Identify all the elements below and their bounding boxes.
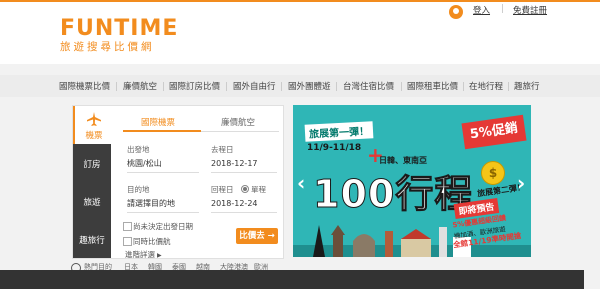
origin-label: 出發地	[127, 145, 150, 154]
search-submit-button[interactable]: 比價去 →	[236, 228, 278, 244]
chevron-right-icon[interactable]: ›	[517, 171, 525, 195]
undecided-checkbox[interactable]	[123, 222, 132, 231]
header-separator: |	[501, 4, 504, 14]
register-link[interactable]: 免費註冊	[513, 4, 547, 16]
dest-label: 目的地	[127, 185, 150, 194]
footer-bar	[0, 270, 600, 289]
nav-item-hotels[interactable]: 國際訂房比價	[169, 80, 220, 92]
main-nav: 國際機票比價 廉價航空 國際訂房比價 國外自由行 國外團體遊 台灣住宿比價 國際…	[0, 75, 600, 97]
oneway-radio[interactable]	[241, 185, 249, 193]
caret-right-icon: ▶	[157, 252, 162, 259]
promo-banner[interactable]: 旅展第一彈！ 11/9-11/18 + 日韓、東南亞 100行程 $ 5%促銷 …	[293, 105, 531, 257]
airplane-icon	[87, 112, 101, 126]
compare-label: 同時比價航	[133, 237, 171, 246]
origin-field[interactable]: 桃園/松山	[127, 156, 199, 173]
logo-tagline: 旅遊搜尋比價網	[60, 41, 155, 53]
nav-divider	[116, 82, 117, 91]
return-date-field[interactable]: 2018-12-24	[211, 196, 277, 213]
nav-item-tours[interactable]: 國外團體遊	[288, 80, 331, 92]
nav-divider	[163, 82, 164, 91]
coin-icon: $	[481, 161, 505, 185]
nav-item-local[interactable]: 在地行程	[469, 80, 503, 92]
discount-badge: 5%促銷	[461, 114, 527, 150]
nav-item-fun[interactable]: 趣旅行	[514, 80, 540, 92]
nav-divider	[508, 82, 509, 91]
logo-text: FUNTIME	[60, 16, 179, 41]
nav-item-car[interactable]: 國際租車比價	[407, 80, 458, 92]
category-sidebar: 機票 訂房 旅遊 趣旅行	[73, 106, 111, 258]
tab-active-indicator	[123, 130, 201, 132]
nav-divider	[281, 82, 282, 91]
chevron-left-icon[interactable]: ‹	[297, 171, 305, 195]
sidebar-item-hotels[interactable]: 訂房	[73, 158, 111, 170]
return-label: 回程日	[211, 185, 234, 194]
dest-field[interactable]: 請選擇目的地	[127, 196, 199, 213]
depart-date-field[interactable]: 2018-12-17	[211, 156, 277, 173]
nav-item-flights[interactable]: 國際機票比價	[59, 80, 110, 92]
advanced-options-link[interactable]: 進階詳選 ▶	[125, 249, 162, 260]
search-panel: 機票 訂房 旅遊 趣旅行 國際機票 廉價航空 出發地 桃園/松山 去程日 201…	[72, 105, 284, 259]
depart-label: 去程日	[211, 145, 234, 154]
sidebar-item-travel[interactable]: 旅遊	[73, 196, 111, 208]
scrollbar-track[interactable]	[584, 270, 600, 289]
nav-item-lowcost[interactable]: 廉價航空	[123, 80, 157, 92]
promo-notice: 即將預告 5%優惠超級回饋 機加酒、歐洲旅遊 全館11/19準時開搶	[448, 194, 531, 257]
tab-lowcost[interactable]: 廉價航空	[221, 116, 255, 128]
advanced-label: 進階詳選	[125, 250, 155, 259]
banner-date: 11/9-11/18	[307, 143, 362, 153]
compare-checkbox[interactable]	[123, 237, 132, 246]
sidebar-item-flights[interactable]: 機票	[73, 106, 111, 144]
sidebar-item-label: 機票	[85, 131, 103, 141]
nav-divider	[226, 82, 227, 91]
oneway-label: 單程	[251, 185, 266, 194]
logo[interactable]: FUNTIME 旅遊搜尋比價網	[60, 16, 179, 54]
tab-underline	[201, 131, 279, 132]
nav-divider	[336, 82, 337, 91]
sidebar-item-fun[interactable]: 趣旅行	[73, 234, 111, 246]
nav-divider	[401, 82, 402, 91]
undecided-label: 尚未決定出發日期	[133, 222, 193, 231]
header: FUNTIME 旅遊搜尋比價網 登入 | 免費註冊	[0, 2, 600, 64]
nav-item-fit[interactable]: 國外自由行	[233, 80, 276, 92]
submit-label: 比價去	[239, 231, 265, 241]
user-avatar-icon[interactable]	[449, 5, 463, 19]
login-link[interactable]: 登入	[473, 4, 490, 16]
nav-divider	[463, 82, 464, 91]
tab-international-flights[interactable]: 國際機票	[141, 116, 175, 128]
banner-title: 旅展第一彈！	[304, 121, 374, 142]
nav-item-tw-hotels[interactable]: 台灣住宿比價	[343, 80, 394, 92]
